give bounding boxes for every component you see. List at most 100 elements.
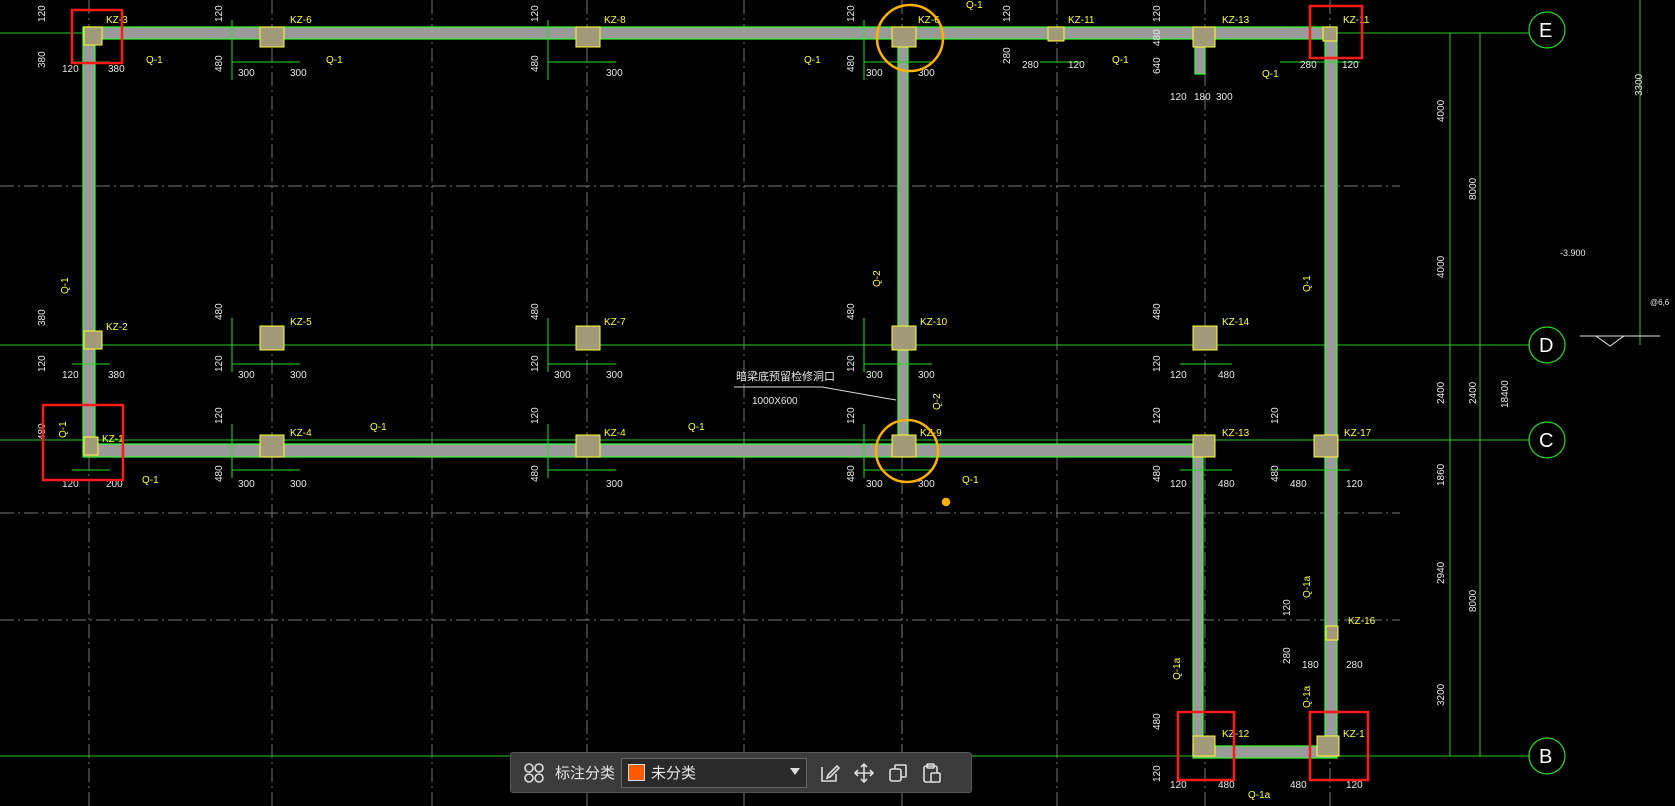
category-select[interactable]: 未分类 (621, 757, 808, 788)
dimension-value: 300 (290, 370, 307, 381)
dimension-value: 2940 (1436, 561, 1447, 584)
q2-label: Q-2 (872, 270, 883, 287)
dimension-value: 380 (37, 309, 48, 326)
dimension-value: 300 (918, 479, 935, 490)
dimension-value: 300 (866, 479, 883, 490)
kz4-label-b: KZ-4 (604, 428, 626, 439)
dimension-value: 120 (1270, 407, 1281, 424)
dimension-value: 300 (866, 68, 883, 79)
axis-c: C (1539, 430, 1553, 452)
dimension-value: 300 (866, 370, 883, 381)
q1-label: Q-1 (146, 55, 163, 66)
kz2-label: KZ-2 (106, 322, 128, 333)
dimension-value: 480 (846, 465, 857, 482)
dimension-value: 380 (37, 51, 48, 68)
axis-labels: E D C B (1539, 20, 1553, 768)
dimension-value: 2400 (1436, 381, 1447, 404)
edit-icon (821, 764, 841, 782)
kz11-label-b: KZ-11 (1343, 15, 1370, 26)
dimension-value: 120 (1152, 5, 1163, 22)
dimension-value: 120 (1002, 5, 1013, 22)
dimension-value: 480 (530, 303, 541, 320)
dimension-value: 480 (1152, 29, 1163, 46)
dimension-value: 120 (846, 5, 857, 22)
dimension-value: 380 (108, 370, 125, 381)
q1-label: Q-1 (1302, 275, 1313, 292)
dimension-value: 480 (1290, 479, 1307, 490)
q1-label: Q-1 (1112, 55, 1129, 66)
dimension-value: 3200 (1436, 683, 1447, 706)
cad-drawing-canvas[interactable]: KZ-3 KZ-6 KZ-8 KZ-6 KZ-11 KZ-13 KZ-11 KZ… (0, 0, 1675, 806)
side-fragment: @6,6 (1650, 298, 1670, 307)
copy-icon (889, 763, 907, 782)
category-label: 标注分类 (555, 765, 616, 782)
dimension-value: 120 (1152, 355, 1163, 372)
q1-label: Q-1 (60, 277, 71, 294)
dimension-value: 480 (846, 303, 857, 320)
dimension-value: 120 (530, 5, 541, 22)
move-button[interactable] (847, 757, 881, 789)
paste-button[interactable] (915, 757, 949, 789)
dimension-value: 480 (214, 465, 225, 482)
dimension-text: 120 380 120 380 120 480 300 300 120 480 … (37, 5, 1645, 791)
axis-d: D (1539, 335, 1553, 357)
dimension-value: 300 (1216, 92, 1233, 103)
dimension-value: 480 (214, 303, 225, 320)
kz5-label: KZ-5 (290, 317, 312, 328)
highlight-markups[interactable] (41, 3, 1370, 782)
dimension-value: 180 (1302, 660, 1319, 671)
dimension-value: 2400 (1468, 381, 1479, 404)
q1a-label: Q-1a (1172, 657, 1183, 680)
dimension-value: 380 (108, 64, 125, 75)
kz13-label-b: KZ-13 (1222, 428, 1250, 439)
walls (82, 26, 1338, 759)
q1-label: Q-1 (370, 422, 387, 433)
dimension-value: 480 (1218, 479, 1235, 490)
orange-dot (941, 497, 951, 507)
q1-label: Q-1 (688, 422, 705, 433)
markup-toolbar: 标注分类 未分类 (510, 752, 972, 793)
kz17-label: KZ-17 (1344, 428, 1372, 439)
kz11-label: KZ-11 (1068, 15, 1095, 26)
kz1-label: KZ-1 (102, 434, 124, 445)
q1-label: Q-1 (142, 475, 159, 486)
dimension-value: 120 (214, 407, 225, 424)
category-select-value: 未分类 (651, 765, 697, 782)
dimension-value: 120 (1068, 60, 1085, 71)
dimension-value: 3300 (1634, 73, 1645, 96)
dimension-value: 480 (1152, 303, 1163, 320)
kz7-label: KZ-7 (604, 317, 626, 328)
dimension-value: 120 (530, 407, 541, 424)
dimension-value: 480 (530, 55, 541, 72)
grid-layout-icon (524, 762, 544, 783)
dimension-value: 480 (1270, 465, 1281, 482)
dimension-value: 280 (1022, 60, 1039, 71)
axis-bubbles (1528, 11, 1566, 775)
chevron-down-icon (790, 767, 801, 775)
q2-label: Q-2 (932, 393, 943, 410)
q1a-label: Q-1a (1302, 575, 1313, 598)
dimension-value: 300 (290, 68, 307, 79)
dimension-value: 120 (62, 64, 79, 75)
toolbar-grid-button[interactable] (517, 757, 551, 789)
move-icon (853, 762, 875, 783)
dimension-value: 120 (846, 355, 857, 372)
copy-button[interactable] (881, 757, 915, 789)
q1-label: Q-1 (962, 475, 979, 486)
dimension-value: 300 (918, 370, 935, 381)
dimension-value: 180 (1194, 92, 1211, 103)
q1-label: Q-1 (966, 0, 983, 11)
dimension-value: 480 (530, 465, 541, 482)
dimension-value: 120 (846, 407, 857, 424)
dimension-value: 480 (1218, 780, 1235, 791)
edit-button[interactable] (813, 757, 847, 789)
q1-label: Q-1 (58, 421, 69, 438)
kz10-label: KZ-10 (920, 317, 948, 328)
dimension-value: 280 (1282, 647, 1293, 664)
dimension-value: 280 (1002, 47, 1013, 64)
dimension-value: 480 (1290, 780, 1307, 791)
kz12-label: KZ-12 (1222, 729, 1250, 740)
dimension-value: 300 (606, 68, 623, 79)
kz4-label: KZ-4 (290, 428, 312, 439)
opening-note: 暗梁底预留检修洞口 (736, 369, 835, 383)
